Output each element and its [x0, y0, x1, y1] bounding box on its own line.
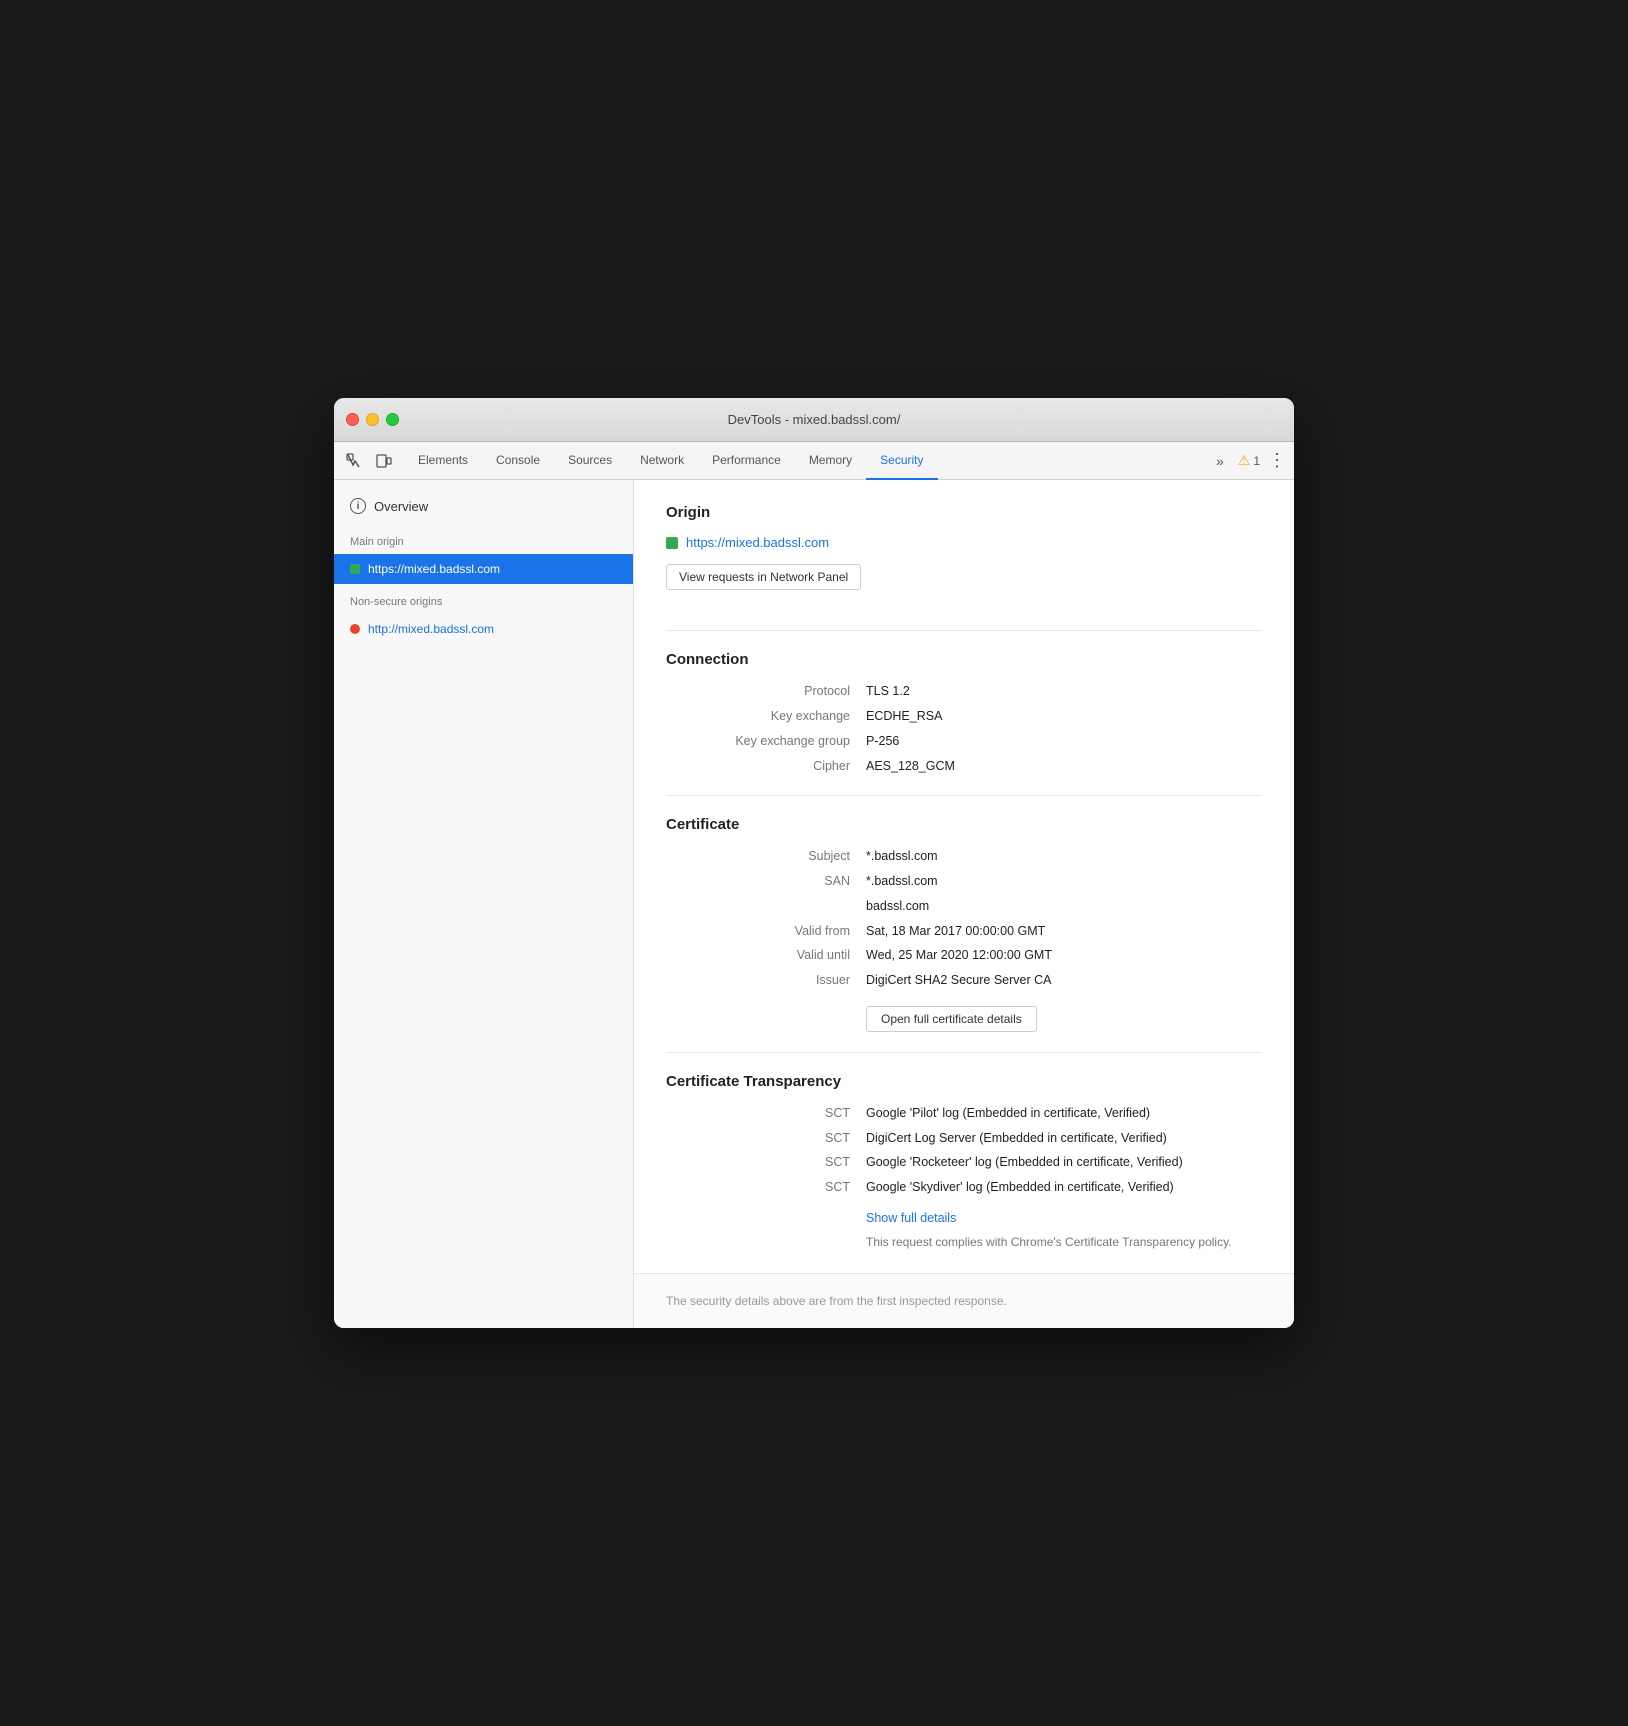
san-label: SAN	[666, 872, 866, 891]
connection-title: Connection	[666, 651, 1262, 668]
sct-label-1: SCT	[666, 1104, 866, 1123]
window-title: DevTools - mixed.badssl.com/	[728, 412, 901, 427]
key-exchange-group-value: P-256	[866, 732, 899, 751]
protocol-value: TLS 1.2	[866, 682, 910, 701]
sidebar: i Overview Main origin https://mixed.bad…	[334, 480, 634, 1328]
cipher-value: AES_128_GCM	[866, 757, 955, 776]
toolbar-right: » ⚠ 1 ⋮	[1210, 450, 1286, 471]
connection-key-exchange-row: Key exchange ECDHE_RSA	[666, 707, 1262, 726]
key-exchange-group-label: Key exchange group	[666, 732, 866, 751]
maximize-button[interactable]	[386, 413, 399, 426]
secure-origin-icon	[350, 564, 360, 574]
certificate-title: Certificate	[666, 816, 1262, 833]
sidebar-non-secure-origin[interactable]: http://mixed.badssl.com	[334, 614, 633, 644]
non-secure-origin-url: http://mixed.badssl.com	[368, 622, 494, 636]
valid-until-label: Valid until	[666, 946, 866, 965]
sct-label-3: SCT	[666, 1153, 866, 1172]
sct-row-4: SCT Google 'Skydiver' log (Embedded in c…	[666, 1178, 1262, 1197]
info-icon: i	[350, 498, 366, 514]
traffic-lights	[346, 413, 399, 426]
compliance-note: This request complies with Chrome's Cert…	[866, 1235, 1262, 1249]
device-icon[interactable]	[372, 449, 396, 473]
warning-count: 1	[1253, 454, 1260, 468]
warning-icon: ⚠	[1238, 452, 1251, 469]
cert-valid-until-row: Valid until Wed, 25 Mar 2020 12:00:00 GM…	[666, 946, 1262, 965]
san-value-2: badssl.com	[866, 897, 929, 916]
transparency-section: Certificate Transparency SCT Google 'Pil…	[666, 1073, 1262, 1249]
sct-value-1: Google 'Pilot' log (Embedded in certific…	[866, 1104, 1150, 1123]
cert-valid-from-row: Valid from Sat, 18 Mar 2017 00:00:00 GMT	[666, 922, 1262, 941]
connection-key-exchange-group-row: Key exchange group P-256	[666, 732, 1262, 751]
connection-section: Connection Protocol TLS 1.2 Key exchange…	[666, 651, 1262, 775]
valid-until-value: Wed, 25 Mar 2020 12:00:00 GMT	[866, 946, 1052, 965]
sct-value-3: Google 'Rocketeer' log (Embedded in cert…	[866, 1153, 1183, 1172]
tab-security[interactable]: Security	[866, 442, 937, 480]
valid-from-label: Valid from	[666, 922, 866, 941]
non-secure-origins-label: Non-secure origins	[334, 584, 633, 614]
more-tabs-button[interactable]: »	[1210, 451, 1230, 471]
tab-performance[interactable]: Performance	[698, 442, 795, 480]
toolbar: Elements Console Sources Network Perform…	[334, 442, 1294, 480]
main-origin-url: https://mixed.badssl.com	[368, 562, 500, 576]
warning-badge[interactable]: ⚠ 1	[1238, 452, 1260, 469]
connection-cipher-row: Cipher AES_128_GCM	[666, 757, 1262, 776]
main-area: i Overview Main origin https://mixed.bad…	[334, 480, 1294, 1328]
devtools-window: DevTools - mixed.badssl.com/ Elements Co…	[334, 398, 1294, 1328]
valid-from-value: Sat, 18 Mar 2017 00:00:00 GMT	[866, 922, 1045, 941]
tab-bar: Elements Console Sources Network Perform…	[404, 442, 1210, 480]
sct-row-2: SCT DigiCert Log Server (Embedded in cer…	[666, 1129, 1262, 1148]
sct-row-1: SCT Google 'Pilot' log (Embedded in cert…	[666, 1104, 1262, 1123]
show-full-details-link[interactable]: Show full details	[866, 1211, 956, 1225]
tab-sources[interactable]: Sources	[554, 442, 626, 480]
divider-2	[666, 795, 1262, 796]
transparency-title: Certificate Transparency	[666, 1073, 1262, 1090]
close-button[interactable]	[346, 413, 359, 426]
inspect-icon[interactable]	[342, 449, 366, 473]
cert-san-row2: badssl.com	[666, 897, 1262, 916]
insecure-origin-icon	[350, 624, 360, 634]
certificate-section: Certificate Subject *.badssl.com SAN *.b…	[666, 816, 1262, 1032]
sct-label-2: SCT	[666, 1129, 866, 1148]
connection-protocol-row: Protocol TLS 1.2	[666, 682, 1262, 701]
titlebar: DevTools - mixed.badssl.com/	[334, 398, 1294, 442]
cipher-label: Cipher	[666, 757, 866, 776]
divider-1	[666, 630, 1262, 631]
origin-url-display: https://mixed.badssl.com	[686, 535, 829, 550]
footer-note: The security details above are from the …	[634, 1273, 1294, 1328]
view-network-button[interactable]: View requests in Network Panel	[666, 564, 861, 590]
sct-row-3: SCT Google 'Rocketeer' log (Embedded in …	[666, 1153, 1262, 1172]
tab-elements[interactable]: Elements	[404, 442, 482, 480]
open-certificate-button[interactable]: Open full certificate details	[866, 1006, 1037, 1032]
issuer-label: Issuer	[666, 971, 866, 990]
tab-memory[interactable]: Memory	[795, 442, 866, 480]
tab-network[interactable]: Network	[626, 442, 698, 480]
kebab-menu-button[interactable]: ⋮	[1268, 450, 1286, 471]
sidebar-item-overview[interactable]: i Overview	[334, 488, 633, 524]
minimize-button[interactable]	[366, 413, 379, 426]
sct-value-2: DigiCert Log Server (Embedded in certifi…	[866, 1129, 1167, 1148]
sidebar-main-origin[interactable]: https://mixed.badssl.com	[334, 554, 633, 584]
main-origin-label: Main origin	[334, 524, 633, 554]
cert-san-row1: SAN *.badssl.com	[666, 872, 1262, 891]
tab-console[interactable]: Console	[482, 442, 554, 480]
key-exchange-value: ECDHE_RSA	[866, 707, 942, 726]
cert-issuer-row: Issuer DigiCert SHA2 Secure Server CA	[666, 971, 1262, 990]
toolbar-icons	[342, 449, 396, 473]
overview-label: Overview	[374, 499, 428, 514]
protocol-label: Protocol	[666, 682, 866, 701]
origin-secure-icon	[666, 537, 678, 549]
san-value-1: *.badssl.com	[866, 872, 938, 891]
content-panel: Origin https://mixed.badssl.com View req…	[634, 480, 1294, 1328]
issuer-value: DigiCert SHA2 Secure Server CA	[866, 971, 1051, 990]
divider-3	[666, 1052, 1262, 1053]
sct-label-4: SCT	[666, 1178, 866, 1197]
sct-value-4: Google 'Skydiver' log (Embedded in certi…	[866, 1178, 1174, 1197]
origin-section-title: Origin	[666, 504, 1262, 521]
key-exchange-label: Key exchange	[666, 707, 866, 726]
subject-value: *.badssl.com	[866, 847, 938, 866]
san-label-empty	[666, 897, 866, 916]
cert-subject-row: Subject *.badssl.com	[666, 847, 1262, 866]
origin-header: https://mixed.badssl.com	[666, 535, 1262, 550]
subject-label: Subject	[666, 847, 866, 866]
